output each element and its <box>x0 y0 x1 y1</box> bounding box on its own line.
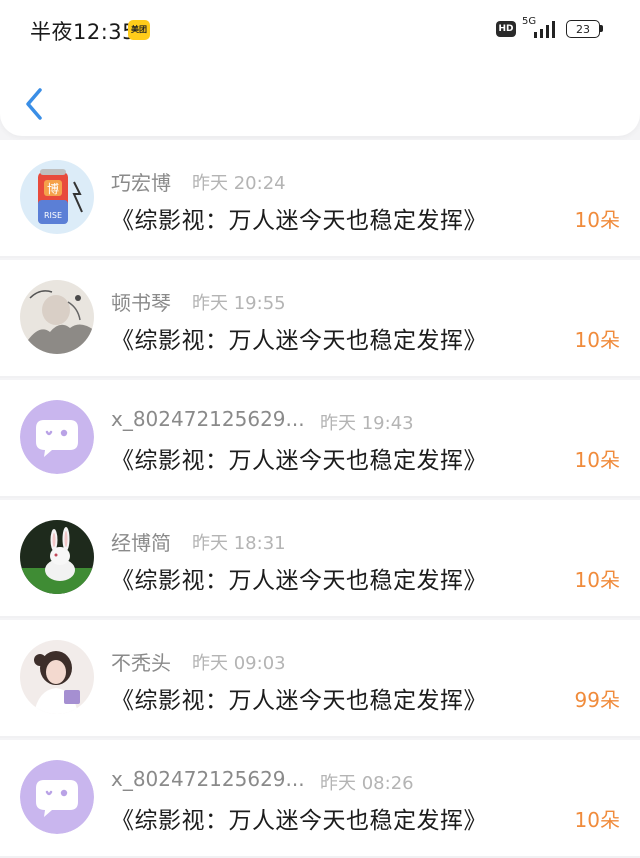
status-bar: 半夜12:35 美团 HD 5G 23 <box>0 0 640 60</box>
avatar[interactable] <box>20 400 94 474</box>
book-title: 《综影视：万人迷今天也稳定发挥》 <box>111 688 487 714</box>
list-item[interactable]: 经博简 昨天 18:31 《综影视：万人迷今天也稳定发挥》 10朵 <box>0 500 640 618</box>
list-item[interactable]: x_802472125629... 昨天 08:26 《综影视：万人迷今天也稳定… <box>0 740 640 858</box>
avatar[interactable] <box>20 640 94 714</box>
divider <box>0 736 640 738</box>
battery-level: 23 <box>576 23 590 36</box>
send-time: 昨天 19:43 <box>320 413 414 434</box>
status-time: 半夜12:35 <box>30 20 137 44</box>
divider <box>0 376 640 378</box>
avatar[interactable]: 博 RISE <box>20 160 94 234</box>
flower-count: 10朵 <box>574 568 620 592</box>
send-time: 昨天 20:24 <box>192 173 286 194</box>
send-time: 昨天 19:55 <box>192 293 286 314</box>
top-header: 半夜12:35 美团 HD 5G 23 <box>0 0 640 136</box>
list-item[interactable]: 不秃头 昨天 09:03 《综影视：万人迷今天也稳定发挥》 99朵 <box>0 620 640 738</box>
book-title: 《综影视：万人迷今天也稳定发挥》 <box>111 328 487 354</box>
divider <box>0 256 640 258</box>
divider <box>0 496 640 498</box>
sender-name: 经博简 <box>111 531 171 555</box>
list-item[interactable]: 博 RISE 巧宏博 昨天 20:24 《综影视：万人迷今天也稳定发挥》 10朵 <box>0 140 640 258</box>
list-item[interactable]: x_802472125629... 昨天 19:43 《综影视：万人迷今天也稳定… <box>0 380 640 498</box>
battery-icon: 23 <box>566 20 603 38</box>
chevron-left-icon <box>26 88 42 120</box>
default-chat-avatar-icon <box>20 400 94 474</box>
meituan-app-icon: 美团 <box>128 20 150 40</box>
book-title: 《综影视：万人迷今天也稳定发挥》 <box>111 568 487 594</box>
flower-count: 99朵 <box>574 688 620 712</box>
sender-name: x_802472125629... <box>111 407 305 431</box>
avatar[interactable] <box>20 760 94 834</box>
default-chat-avatar-icon <box>20 760 94 834</box>
flower-count: 10朵 <box>574 328 620 352</box>
avatar[interactable] <box>20 280 94 354</box>
back-button[interactable] <box>20 82 52 126</box>
flower-count: 10朵 <box>574 208 620 232</box>
sender-name: 巧宏博 <box>111 171 171 195</box>
sender-name: 顿书琴 <box>111 291 171 315</box>
send-time: 昨天 08:26 <box>320 773 414 794</box>
send-time: 昨天 18:31 <box>192 533 286 554</box>
svg-text:博: 博 <box>47 181 59 196</box>
can-avatar-icon: 博 RISE <box>20 160 94 234</box>
avatar[interactable] <box>20 520 94 594</box>
book-title: 《综影视：万人迷今天也稳定发挥》 <box>111 808 487 834</box>
hd-icon: HD <box>496 21 516 37</box>
book-title: 《综影视：万人迷今天也稳定发挥》 <box>111 448 487 474</box>
ink-painting-avatar-icon <box>20 280 94 354</box>
rabbit-avatar-icon <box>20 520 94 594</box>
svg-text:RISE: RISE <box>44 211 62 220</box>
send-time: 昨天 09:03 <box>192 653 286 674</box>
flower-count: 10朵 <box>574 808 620 832</box>
divider <box>0 616 640 618</box>
girl-photo-avatar-icon <box>20 640 94 714</box>
flower-count: 10朵 <box>574 448 620 472</box>
book-title: 《综影视：万人迷今天也稳定发挥》 <box>111 208 487 234</box>
sender-name: 不秃头 <box>111 651 171 675</box>
signal-strength-icon <box>534 21 555 38</box>
sender-name: x_802472125629... <box>111 767 305 791</box>
list-item[interactable]: 顿书琴 昨天 19:55 《综影视：万人迷今天也稳定发挥》 10朵 <box>0 260 640 378</box>
